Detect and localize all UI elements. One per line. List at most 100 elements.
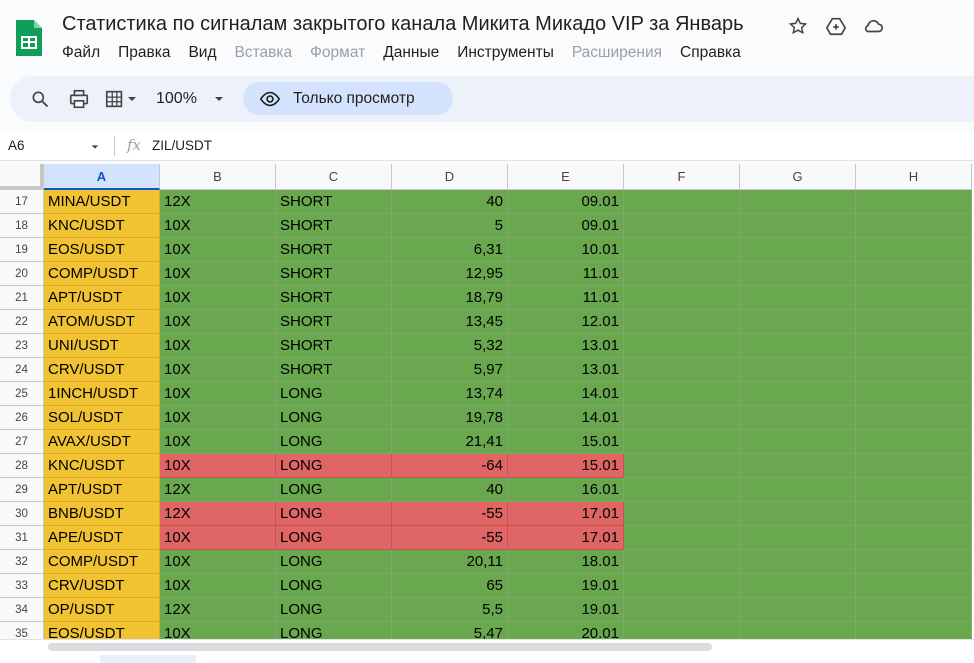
cell-h31[interactable] [856, 526, 972, 550]
cell-e25[interactable]: 14.01 [508, 382, 624, 406]
cell-d29[interactable]: 40 [392, 478, 508, 502]
cell-h21[interactable] [856, 286, 972, 310]
cell-f24[interactable] [624, 358, 740, 382]
cell-c27[interactable]: LONG [276, 430, 392, 454]
row-header[interactable]: 30 [0, 502, 44, 526]
cell-h20[interactable] [856, 262, 972, 286]
cell-h24[interactable] [856, 358, 972, 382]
cell-f32[interactable] [624, 550, 740, 574]
cell-d21[interactable]: 18,79 [392, 286, 508, 310]
column-header-b[interactable]: B [160, 164, 276, 190]
cell-d33[interactable]: 65 [392, 574, 508, 598]
cell-a33[interactable]: CRV/USDT [44, 574, 160, 598]
cell-h23[interactable] [856, 334, 972, 358]
cell-a29[interactable]: APT/USDT [44, 478, 160, 502]
cell-a25[interactable]: 1INCH/USDT [44, 382, 160, 406]
cell-a32[interactable]: COMP/USDT [44, 550, 160, 574]
cell-h18[interactable] [856, 214, 972, 238]
cell-b25[interactable]: 10X [160, 382, 276, 406]
cell-f19[interactable] [624, 238, 740, 262]
row-header[interactable]: 18 [0, 214, 44, 238]
menu-edit[interactable]: Правка [118, 44, 170, 62]
cell-g35[interactable] [740, 622, 856, 639]
cell-g17[interactable] [740, 190, 856, 214]
cell-e30[interactable]: 17.01 [508, 502, 624, 526]
cell-a19[interactable]: EOS/USDT [44, 238, 160, 262]
cell-g26[interactable] [740, 406, 856, 430]
cell-e26[interactable]: 14.01 [508, 406, 624, 430]
cell-b18[interactable]: 10X [160, 214, 276, 238]
cell-d22[interactable]: 13,45 [392, 310, 508, 334]
cell-c28[interactable]: LONG [276, 454, 392, 478]
cell-b23[interactable]: 10X [160, 334, 276, 358]
cell-e18[interactable]: 09.01 [508, 214, 624, 238]
cell-d19[interactable]: 6,31 [392, 238, 508, 262]
cell-c34[interactable]: LONG [276, 598, 392, 622]
row-header[interactable]: 21 [0, 286, 44, 310]
cell-g24[interactable] [740, 358, 856, 382]
cell-f29[interactable] [624, 478, 740, 502]
cell-c21[interactable]: SHORT [276, 286, 392, 310]
column-header-e[interactable]: E [508, 164, 624, 190]
cell-a34[interactable]: OP/USDT [44, 598, 160, 622]
menu-file[interactable]: Файл [62, 44, 100, 62]
cell-e19[interactable]: 10.01 [508, 238, 624, 262]
cell-c25[interactable]: LONG [276, 382, 392, 406]
row-header[interactable]: 32 [0, 550, 44, 574]
cell-h30[interactable] [856, 502, 972, 526]
row-header[interactable]: 20 [0, 262, 44, 286]
cell-d17[interactable]: 40 [392, 190, 508, 214]
cell-d28[interactable]: -64 [392, 454, 508, 478]
cell-c29[interactable]: LONG [276, 478, 392, 502]
row-header[interactable]: 22 [0, 310, 44, 334]
cell-b20[interactable]: 10X [160, 262, 276, 286]
cell-f26[interactable] [624, 406, 740, 430]
cell-c24[interactable]: SHORT [276, 358, 392, 382]
cell-c33[interactable]: LONG [276, 574, 392, 598]
row-header[interactable]: 17 [0, 190, 44, 214]
cell-c31[interactable]: LONG [276, 526, 392, 550]
menu-view[interactable]: Вид [188, 44, 216, 62]
cell-g33[interactable] [740, 574, 856, 598]
document-title[interactable]: Статистика по сигналам закрытого канала … [62, 13, 744, 36]
menu-data[interactable]: Данные [383, 44, 439, 62]
cell-g32[interactable] [740, 550, 856, 574]
cell-e20[interactable]: 11.01 [508, 262, 624, 286]
cell-e21[interactable]: 11.01 [508, 286, 624, 310]
cell-e35[interactable]: 20.01 [508, 622, 624, 639]
cell-g18[interactable] [740, 214, 856, 238]
cell-c35[interactable]: LONG [276, 622, 392, 639]
cell-f31[interactable] [624, 526, 740, 550]
cell-d24[interactable]: 5,97 [392, 358, 508, 382]
column-header-d[interactable]: D [392, 164, 508, 190]
cell-d30[interactable]: -55 [392, 502, 508, 526]
cell-f35[interactable] [624, 622, 740, 639]
cell-e17[interactable]: 09.01 [508, 190, 624, 214]
cell-f17[interactable] [624, 190, 740, 214]
cell-a20[interactable]: COMP/USDT [44, 262, 160, 286]
spreadsheet-grid[interactable]: A B C D E F G H 17 MINA/USDT 12X SHORT 40 09.01 18 KNC/… [0, 164, 974, 639]
cell-d32[interactable]: 20,11 [392, 550, 508, 574]
cell-d31[interactable]: -55 [392, 526, 508, 550]
zoom-select[interactable]: 100% [156, 87, 225, 111]
star-icon[interactable] [786, 14, 810, 38]
cell-b33[interactable]: 10X [160, 574, 276, 598]
cell-e34[interactable]: 19.01 [508, 598, 624, 622]
cell-f21[interactable] [624, 286, 740, 310]
scrollbar-thumb[interactable] [48, 643, 712, 651]
cell-a23[interactable]: UNI/USDT [44, 334, 160, 358]
cell-b32[interactable]: 10X [160, 550, 276, 574]
cell-e31[interactable]: 17.01 [508, 526, 624, 550]
cell-b17[interactable]: 12X [160, 190, 276, 214]
row-header[interactable]: 33 [0, 574, 44, 598]
cell-b24[interactable]: 10X [160, 358, 276, 382]
cell-g29[interactable] [740, 478, 856, 502]
row-header[interactable]: 29 [0, 478, 44, 502]
cell-f28[interactable] [624, 454, 740, 478]
cell-g21[interactable] [740, 286, 856, 310]
cell-f23[interactable] [624, 334, 740, 358]
cell-d35[interactable]: 5,47 [392, 622, 508, 639]
format-view-icon[interactable] [104, 87, 138, 111]
formula-input[interactable]: ZIL/USDT [152, 138, 212, 153]
row-header[interactable]: 19 [0, 238, 44, 262]
